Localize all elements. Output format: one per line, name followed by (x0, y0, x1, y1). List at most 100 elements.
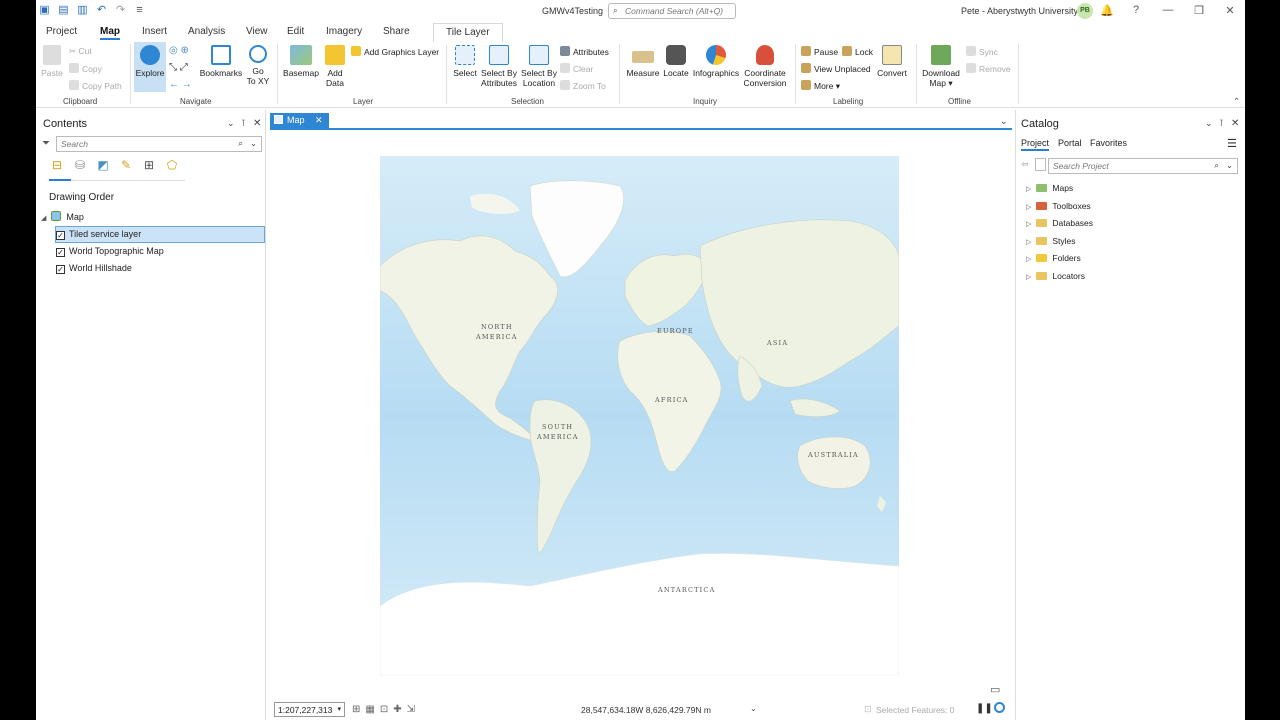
explore-button[interactable]: Explore (134, 45, 166, 78)
tab-tile-layer[interactable]: Tile Layer (433, 23, 503, 42)
back-arrow-icon[interactable]: ⇦ (1021, 159, 1029, 170)
expand-arrow-icon[interactable]: ▷ (1026, 239, 1031, 246)
remove-button[interactable]: Remove (966, 63, 1011, 74)
catalog-tab-portal[interactable]: Portal (1058, 138, 1082, 148)
catalog-item-locators[interactable]: ▷ Locators (1026, 271, 1085, 281)
tab-insert[interactable]: Insert (142, 26, 167, 37)
sync-button[interactable]: Sync (966, 46, 998, 57)
world-map[interactable]: NORTH AMERICA EUROPE ASIA AFRICA SOUTH A… (380, 156, 899, 676)
more-labeling-button[interactable]: More ▾ (801, 80, 840, 92)
pane-options-icon[interactable]: ⌄ (1205, 118, 1213, 129)
collapse-ribbon-icon[interactable]: ⌃ (1233, 96, 1240, 107)
snapping-view-icon[interactable]: ⊞ (142, 158, 156, 172)
redo-icon[interactable]: ↷ (114, 4, 127, 17)
locate-button[interactable]: Locate (661, 45, 691, 78)
close-pane-icon[interactable]: ✕ (253, 118, 261, 129)
clear-button[interactable]: Clear (560, 63, 593, 74)
notification-icon[interactable]: 🔔 (1100, 4, 1114, 17)
basemap-button[interactable]: Basemap (282, 45, 320, 78)
avatar[interactable]: PB (1077, 3, 1093, 19)
map-status-tools-icon[interactable]: ⊞▦⊡✚⇲ (352, 704, 420, 715)
expand-arrow-icon[interactable]: ▷ (1026, 204, 1031, 211)
tab-map[interactable]: Map (100, 26, 120, 40)
pin-pane-icon[interactable]: ⊺ (1219, 118, 1224, 129)
catalog-tab-favorites[interactable]: Favorites (1090, 138, 1127, 148)
catalog-item-maps[interactable]: ▷ Maps (1026, 183, 1073, 193)
tab-analysis[interactable]: Analysis (188, 26, 225, 37)
measure-button[interactable]: Measure (625, 45, 661, 78)
catalog-search-input[interactable]: Search Project ⌕ ⌄ (1048, 158, 1238, 174)
catalog-item-folders[interactable]: ▷ Folders (1026, 253, 1081, 263)
coordinate-units-chevron-icon[interactable]: ⌄ (750, 704, 757, 713)
tab-imagery[interactable]: Imagery (326, 26, 362, 37)
project-icon[interactable]: ▣ (38, 4, 51, 17)
add-data-button[interactable]: Add Data (322, 45, 348, 88)
infographics-button[interactable]: Infographics (691, 45, 741, 78)
open-icon[interactable]: ▤ (57, 4, 70, 17)
catalog-tab-project[interactable]: Project (1021, 138, 1050, 151)
paste-button[interactable]: Paste (40, 45, 64, 78)
lock-labels-button[interactable]: Lock (842, 46, 873, 57)
scale-input[interactable]: 1:207,227,313 ▾ (274, 702, 345, 717)
expand-arrow-icon[interactable]: ▷ (1026, 256, 1031, 263)
catalog-home-icon[interactable] (1035, 158, 1046, 171)
expand-arrow-icon[interactable]: ▷ (1026, 221, 1031, 228)
previous-next-extent-icon[interactable]: ← → (169, 79, 192, 90)
bookmarks-button[interactable]: Bookmarks (199, 45, 243, 78)
expand-arrow-icon[interactable]: ▷ (1026, 274, 1031, 281)
catalog-item-databases[interactable]: ▷ Databases (1026, 218, 1093, 228)
tab-edit[interactable]: Edit (287, 26, 304, 37)
minimize-icon[interactable]: — (1161, 4, 1175, 16)
drawing-order-icon[interactable]: ⊟ (50, 158, 64, 172)
cut-button[interactable]: ✂ Cut (69, 46, 92, 57)
layer-world-topographic[interactable]: ✓ World Topographic Map (56, 243, 164, 259)
catalog-item-styles[interactable]: ▷ Styles (1026, 236, 1076, 246)
close-pane-icon[interactable]: ✕ (1231, 118, 1239, 129)
layer-world-hillshade[interactable]: ✓ World Hillshade (56, 260, 132, 276)
attributes-button[interactable]: Attributes (560, 46, 609, 57)
help-icon[interactable]: ? (1129, 4, 1143, 16)
close-icon[interactable]: ✕ (1223, 4, 1237, 17)
layer-tiled-service[interactable]: ✓ Tiled service layer (56, 226, 141, 242)
select-by-location-button[interactable]: Select By Location (520, 45, 558, 88)
layer-checkbox[interactable]: ✓ (56, 248, 65, 257)
pause-drawing-icon[interactable]: ❚❚ (976, 703, 993, 714)
selection-view-icon[interactable]: ◩ (96, 158, 110, 172)
coordinate-conversion-button[interactable]: Coordinate Conversion (741, 45, 789, 88)
tab-project[interactable]: Project (46, 26, 77, 37)
user-name[interactable]: Pete - Aberystwyth University (961, 6, 1078, 16)
labeling-view-icon[interactable]: ⬠ (165, 158, 179, 172)
pane-options-icon[interactable]: ⌄ (227, 118, 235, 129)
convert-button[interactable]: Convert (875, 45, 909, 78)
select-by-attributes-button[interactable]: Select By Attributes (479, 45, 519, 88)
zoom-to-button[interactable]: Zoom To (560, 80, 606, 91)
expand-arrow-icon[interactable]: ▷ (1026, 186, 1031, 193)
hamburger-menu-icon[interactable]: ☰ (1227, 137, 1237, 150)
map-notes-icon[interactable]: ▭ (990, 683, 1000, 696)
map-view-tab[interactable]: Map ✕ (270, 113, 329, 129)
pin-pane-icon[interactable]: ⊺ (241, 118, 246, 129)
command-search-input[interactable]: ⌕ Command Search (Alt+Q) (608, 3, 736, 19)
restore-icon[interactable]: ❐ (1192, 4, 1206, 17)
save-icon[interactable]: ▥ (76, 4, 89, 17)
layer-checkbox[interactable]: ✓ (56, 231, 65, 240)
tab-share[interactable]: Share (383, 26, 410, 37)
copy-button[interactable]: Copy (69, 63, 102, 74)
select-button[interactable]: Select (450, 45, 480, 78)
view-unplaced-button[interactable]: View Unplaced (801, 63, 871, 74)
catalog-item-toolboxes[interactable]: ▷ Toolboxes (1026, 201, 1091, 211)
tab-view[interactable]: View (246, 26, 268, 37)
collapse-arrow-icon[interactable]: ◢ (41, 215, 46, 222)
layer-checkbox[interactable]: ✓ (56, 265, 65, 274)
filter-icon[interactable]: ⏷ (42, 138, 50, 149)
add-graphics-layer-button[interactable]: Add Graphics Layer (351, 46, 439, 57)
tab-list-chevron-icon[interactable]: ⌄ (1000, 116, 1008, 127)
close-tab-icon[interactable]: ✕ (315, 115, 323, 125)
pause-labels-button[interactable]: Pause (801, 46, 838, 57)
editing-view-icon[interactable]: ✎ (119, 158, 133, 172)
copy-path-button[interactable]: Copy Path (69, 80, 122, 91)
full-extent-icon[interactable]: ⤡ ⤢ (169, 62, 188, 73)
go-to-xy-button[interactable]: Go To XY (246, 45, 270, 86)
zoom-tools-icon[interactable]: ◎ ⊕ (169, 45, 189, 56)
undo-icon[interactable]: ↶ (95, 4, 108, 17)
